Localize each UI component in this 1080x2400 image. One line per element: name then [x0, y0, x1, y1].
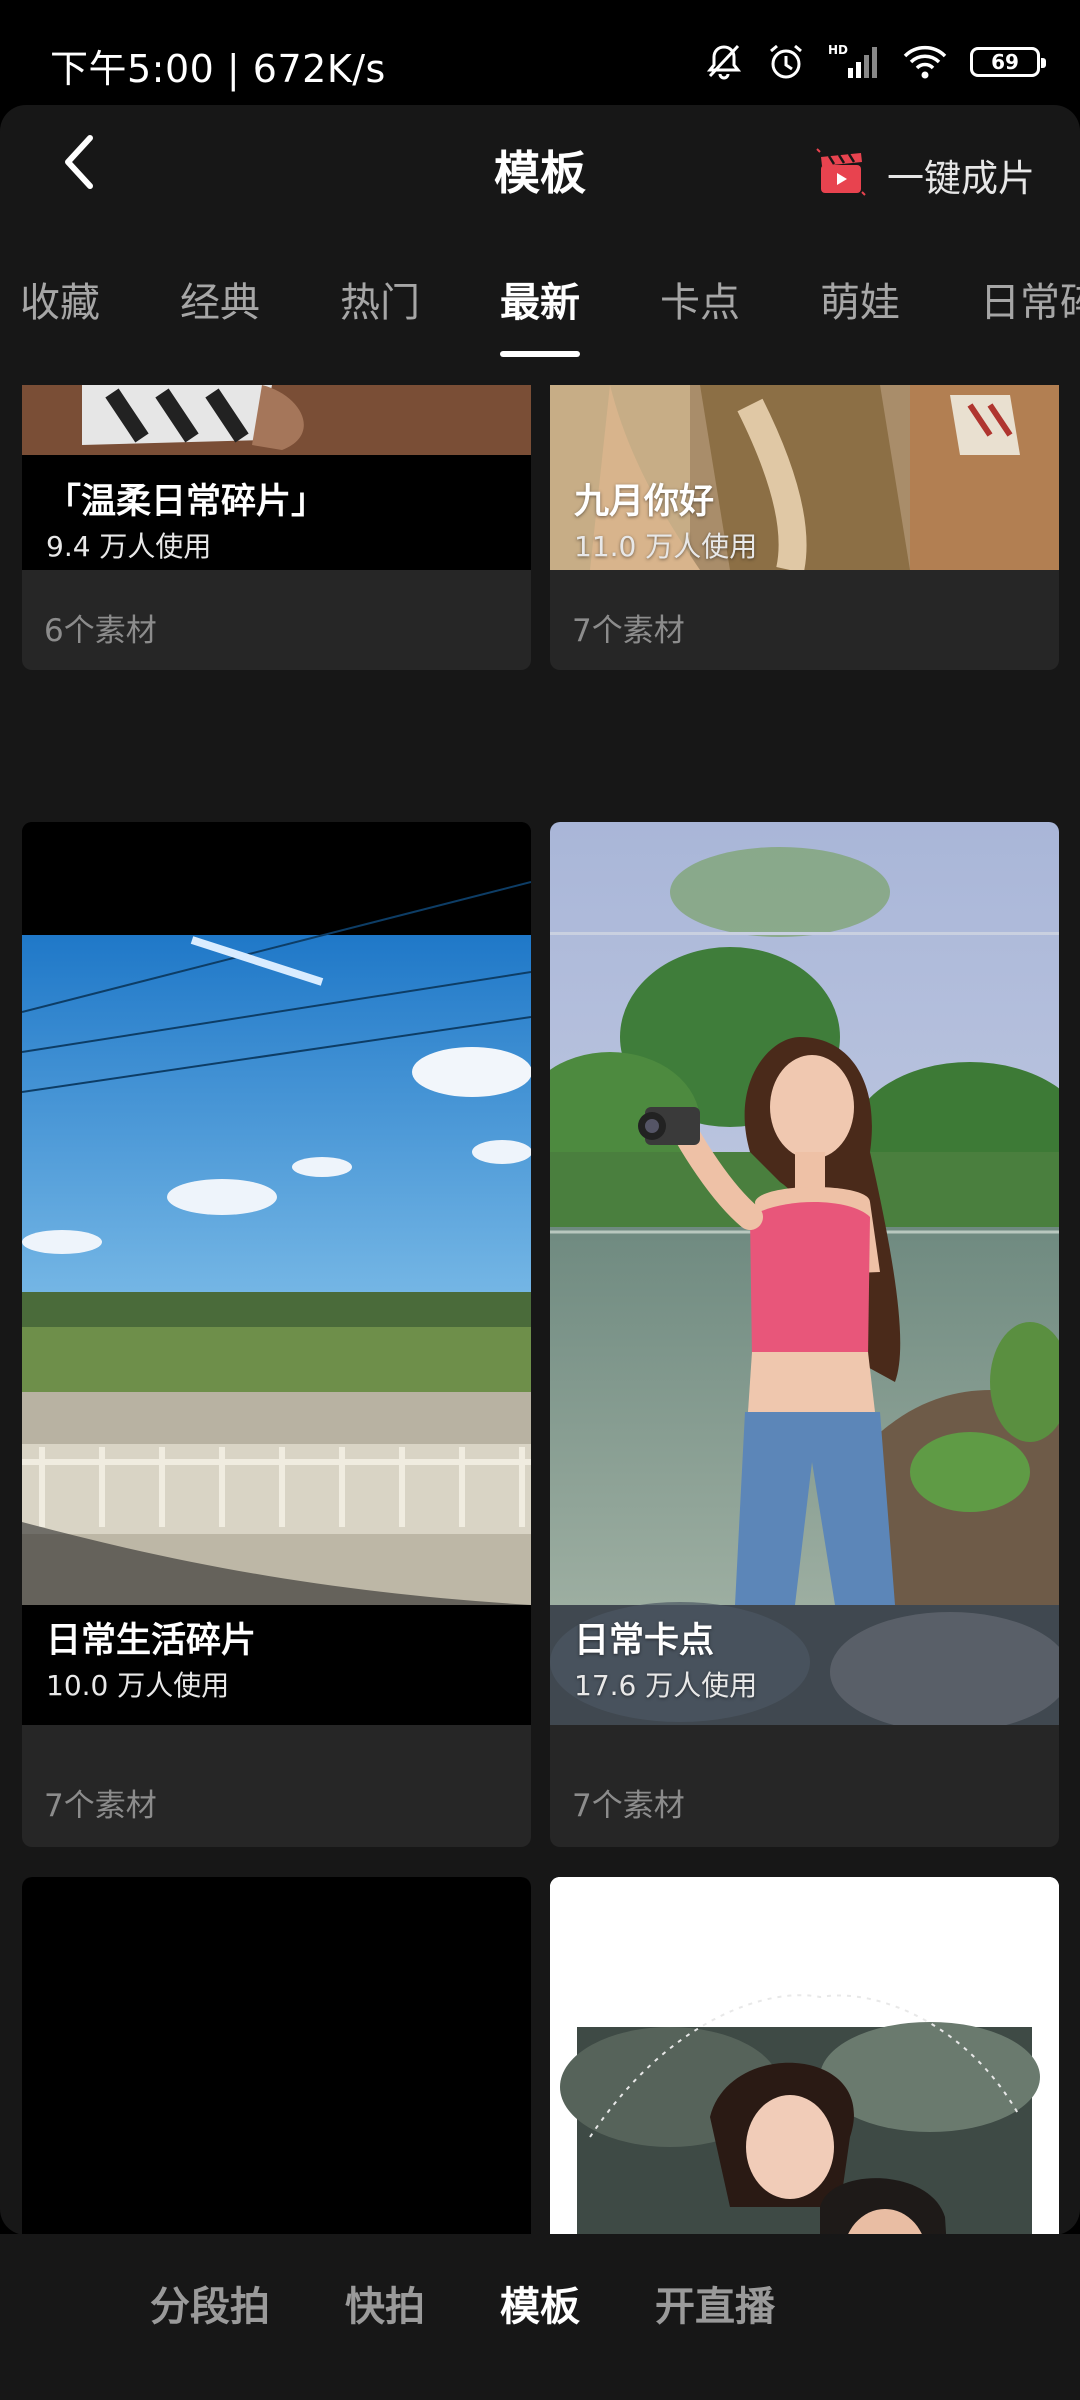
template-card[interactable] — [550, 1877, 1059, 2235]
template-sheet: 模板 一键成片 收藏 经典 热门 最新 卡点 萌娃 日常碎 — [0, 105, 1080, 2235]
back-button[interactable] — [50, 131, 110, 197]
nav-label: 快拍 — [345, 2284, 425, 2330]
status-bar: 下午5:00 | 672K/s HD 69 — [0, 0, 1080, 110]
template-materials: 7个素材 — [572, 1788, 685, 1824]
template-materials: 7个素材 — [572, 613, 685, 649]
template-name: 九月你好 — [574, 482, 715, 522]
template-grid: 「温柔日常碎片」 9.4 万人使用 6个素材 九月你好 11.0 万人使用 7个… — [0, 385, 1080, 2235]
nav-label: 开直播 — [655, 2284, 775, 2330]
tab-favorites[interactable]: 收藏 — [20, 255, 100, 365]
hd-signal-icon: HD — [828, 42, 880, 82]
battery-level: 69 — [991, 50, 1019, 74]
mute-bell-icon — [704, 42, 744, 82]
tab-label: 收藏 — [20, 280, 100, 326]
template-name: 日常卡点 — [574, 1621, 715, 1661]
wifi-icon — [902, 42, 948, 82]
template-usage: 11.0 万人使用 — [574, 530, 758, 563]
tab-label: 萌娃 — [820, 280, 900, 326]
thumbnail-image — [550, 1877, 1059, 2235]
tab-label: 最新 — [500, 280, 580, 326]
one-click-label: 一键成片 — [887, 157, 1035, 200]
tab-beat-sync[interactable]: 卡点 — [660, 255, 740, 365]
tab-latest[interactable]: 最新 — [500, 255, 580, 365]
tab-label: 日常碎 — [980, 280, 1080, 326]
template-name: 日常生活碎片 — [46, 1621, 257, 1661]
bottom-mode-nav: 分段拍 快拍 模板 开直播 — [0, 2234, 1080, 2400]
template-materials: 7个素材 — [44, 1788, 157, 1824]
template-card[interactable]: 九月你好 11.0 万人使用 7个素材 — [550, 385, 1059, 670]
template-card[interactable]: 「温柔日常碎片」 9.4 万人使用 6个素材 — [22, 385, 531, 670]
status-icons: HD 69 — [704, 40, 1046, 84]
chevron-left-icon — [60, 134, 100, 194]
header: 模板 一键成片 — [0, 105, 1080, 225]
template-usage: 10.0 万人使用 — [46, 1669, 230, 1702]
tab-daily[interactable]: 日常碎 — [980, 255, 1080, 365]
tab-hot[interactable]: 热门 — [340, 255, 420, 365]
tab-active-indicator — [500, 351, 580, 357]
template-materials: 6个素材 — [44, 613, 157, 649]
template-name: 「温柔日常碎片」 — [46, 482, 327, 522]
template-card[interactable]: 日常生活碎片 10.0 万人使用 7个素材 — [22, 822, 531, 1847]
status-time: 下午5:00 | 672K/s — [50, 47, 386, 91]
template-usage: 9.4 万人使用 — [46, 530, 212, 563]
clapperboard-icon — [813, 145, 869, 205]
template-thumbnail — [550, 1877, 1059, 2235]
nav-segment-shoot[interactable]: 分段拍 — [150, 2274, 270, 2332]
nav-quick-shoot[interactable]: 快拍 — [345, 2274, 425, 2332]
alarm-icon — [766, 42, 806, 82]
category-tabs: 收藏 经典 热门 最新 卡点 萌娃 日常碎 — [0, 255, 1080, 365]
tab-classic[interactable]: 经典 — [180, 255, 260, 365]
template-thumbnail — [22, 822, 531, 1725]
battery-icon: 69 — [970, 47, 1046, 77]
svg-text:HD: HD — [828, 43, 848, 57]
nav-label: 分段拍 — [150, 2284, 270, 2330]
nav-label: 模板 — [500, 2284, 580, 2330]
nav-template[interactable]: 模板 — [500, 2274, 580, 2332]
tab-label: 卡点 — [660, 280, 740, 326]
template-card[interactable] — [22, 1877, 531, 2235]
template-card[interactable]: 日常卡点 17.6 万人使用 7个素材 — [550, 822, 1059, 1847]
one-click-create-button[interactable]: 一键成片 — [813, 145, 1035, 205]
template-usage: 17.6 万人使用 — [574, 1669, 758, 1702]
tab-label: 经典 — [180, 280, 260, 326]
template-thumbnail — [550, 822, 1059, 1725]
thumbnail-image — [22, 822, 531, 1725]
tab-cute-kids[interactable]: 萌娃 — [820, 255, 900, 365]
nav-go-live[interactable]: 开直播 — [655, 2274, 775, 2332]
thumbnail-image — [550, 822, 1059, 1725]
template-thumbnail — [22, 1877, 531, 2235]
tab-label: 热门 — [340, 280, 420, 326]
